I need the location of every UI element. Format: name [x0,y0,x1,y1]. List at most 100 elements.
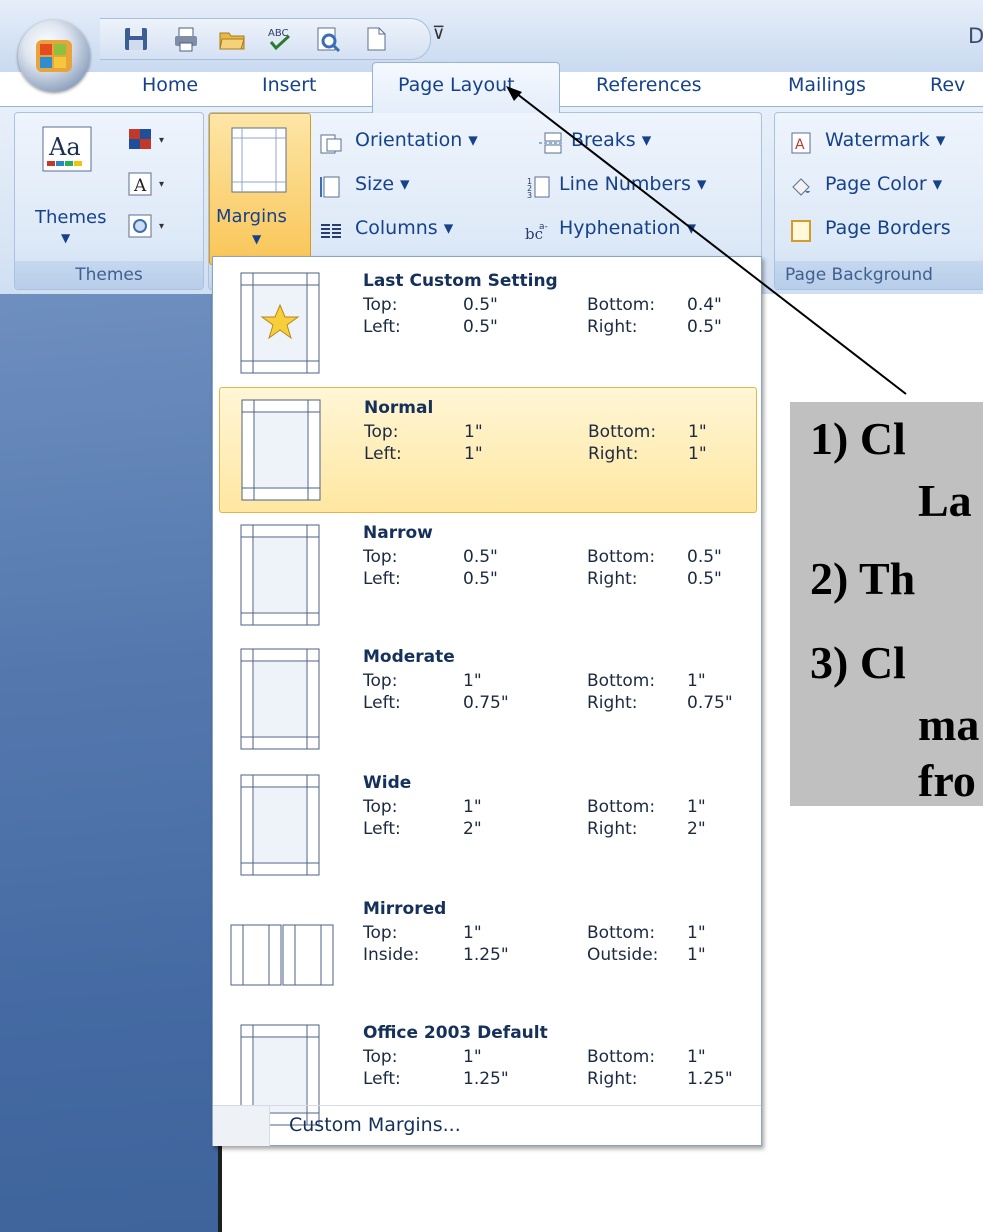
margins-button[interactable]: Margins ▼ [209,113,311,265]
margin-value-l1: Top: [363,1047,398,1067]
themes-icon: Aa [42,126,92,172]
svg-text:A: A [133,176,147,196]
hyphenation-button[interactable]: Hyphenation ▾ [559,217,696,239]
margin-preset-item[interactable]: Last Custom Setting Top: 0.5" Bottom: 0.4" Le… [219,261,755,385]
margin-value-v1: 1" [463,923,482,943]
theme-colors-icon[interactable]: ▾ [127,127,175,153]
margin-value-rv1: 1" [687,1047,706,1067]
chevron-down-icon: ▼ [61,231,71,245]
margin-value-r1: Bottom: [587,295,656,315]
margin-value-r2: Right: [587,317,638,337]
orientation-icon [320,134,342,154]
callout-step-3-cont-2: fro [918,755,976,806]
page-color-button[interactable]: Page Color ▾ [825,173,942,195]
margin-value-l2: Left: [363,569,401,589]
page-color-icon [792,178,810,196]
page-margins-icon [240,774,320,876]
page-background-group: A Watermark ▾ Page Color ▾ Page Borders … [774,112,983,290]
margin-value-rv1: 1" [687,923,706,943]
theme-effects-icon[interactable]: ▾ [127,213,175,239]
themes-group: Aa Themes ▼ ▾ A ▾ ▾ Themes [14,112,204,290]
columns-button[interactable]: Columns ▾ [355,217,453,239]
svg-text:Aa: Aa [48,133,81,161]
margin-value-v2: 0.75" [463,693,509,713]
line-numbers-button[interactable]: Line Numbers ▾ [559,173,706,195]
hyphenation-icon: bca- [525,222,548,243]
margin-value-l2: Left: [363,693,401,713]
margin-value-v2: 0.5" [463,569,498,589]
margin-value-r1: Bottom: [587,923,656,943]
margin-value-l1: Top: [363,547,398,567]
margin-value-r2: Outside: [587,945,659,965]
margin-value-l2: Inside: [363,945,420,965]
margin-value-r1: Bottom: [587,671,656,691]
tab-references[interactable]: References [596,74,702,104]
page-borders-button[interactable]: Page Borders [825,217,951,239]
margin-value-l2: Left: [363,317,401,337]
margin-value-rv1: 1" [687,671,706,691]
quick-access-toolbar: ABC ⊽ [100,18,445,60]
margin-value-rv2: 1" [688,444,707,464]
margin-preset-item[interactable]: Narrow Top: 0.5" Bottom: 0.5" Left: 0.5" Right:… [219,513,755,637]
margin-value-l2: Left: [364,444,402,464]
margin-value-rv1: 1" [687,797,706,817]
margin-value-rv1: 1" [688,422,707,442]
print-preview-icon[interactable] [314,25,342,53]
callout-step-1-cont: La [918,475,972,526]
margin-value-v2: 1" [464,444,483,464]
margin-preset-item[interactable]: Normal Top: 1" Bottom: 1" Left: 1" Right: 1" [219,387,757,513]
margin-value-r1: Bottom: [588,422,657,442]
tab-home[interactable]: Home [142,74,198,104]
margin-preset-item[interactable]: Wide Top: 1" Bottom: 1" Left: 2" Right: 2" [219,763,755,887]
page-margins-icon [240,648,320,750]
margin-value-r1: Bottom: [587,1047,656,1067]
margin-value-v1: 1" [463,797,482,817]
page-borders-icon [791,220,811,242]
margin-value-l1: Top: [363,797,398,817]
margin-value-v1: 1" [464,422,483,442]
breaks-button[interactable]: Breaks ▾ [571,129,651,151]
margin-value-r2: Right: [588,444,639,464]
svg-text:▾: ▾ [159,135,164,146]
svg-text:A: A [795,137,805,153]
watermark-button[interactable]: Watermark ▾ [825,129,945,151]
margins-icon [231,127,287,193]
page-background-group-label: Page Background [775,261,983,289]
tab-page-layout[interactable]: Page Layout [398,74,515,104]
themes-group-label: Themes [15,261,203,289]
margin-value-rv2: 0.5" [687,317,722,337]
page-margins-icon [240,272,320,374]
themes-button[interactable]: Aa Themes ▼ [23,121,113,251]
margin-value-l1: Top: [364,422,399,442]
svg-text:a-: a- [539,222,548,232]
spelling-check-icon[interactable]: ABC [266,25,294,53]
page-margins-icon [241,399,321,501]
margin-value-rv2: 1.25" [687,1069,733,1089]
custom-margins-item[interactable]: Custom Margins... [213,1105,761,1146]
tab-review[interactable]: Rev [930,74,965,104]
margin-preset-item[interactable]: Mirrored Top: 1" Bottom: 1" Inside: 1.25" Outsi… [219,889,755,1013]
margin-value-rv2: 1" [687,945,706,965]
margin-value-rv1: 0.5" [687,547,722,567]
save-icon[interactable] [122,25,150,53]
new-document-icon[interactable] [362,25,390,53]
orientation-button[interactable]: Orientation ▾ [355,129,478,151]
callout-step-2: 2) Th [810,553,916,604]
size-button[interactable]: Size ▾ [355,173,410,195]
customize-toolbar-icon[interactable]: ⊽ [432,23,445,44]
margin-preset-name: Mirrored [363,899,447,919]
margin-value-v1: 1" [463,671,482,691]
window-title: D [968,24,983,48]
open-folder-icon[interactable] [218,25,246,53]
tab-insert[interactable]: Insert [262,74,317,104]
margin-value-v1: 0.5" [463,547,498,567]
callout-step-3-cont-1: ma [918,699,980,750]
tab-mailings[interactable]: Mailings [788,74,866,104]
svg-text:3: 3 [527,191,532,199]
margin-preset-name: Moderate [363,647,455,667]
margin-preset-item[interactable]: Moderate Top: 1" Bottom: 1" Left: 0.75" Right: 0… [219,637,755,761]
office-button[interactable] [18,20,90,92]
margin-value-r1: Bottom: [587,547,656,567]
theme-fonts-icon[interactable]: A ▾ [127,171,175,197]
print-icon[interactable] [172,25,200,53]
